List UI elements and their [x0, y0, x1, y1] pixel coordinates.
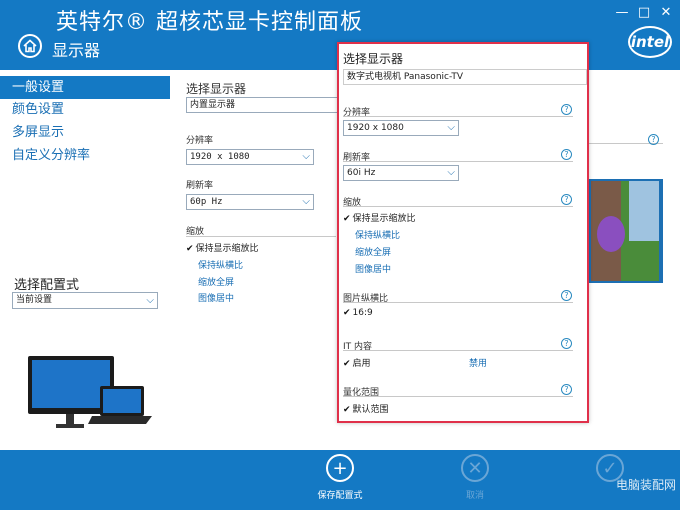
monitor-laptop-illustration [28, 356, 152, 428]
maximize-icon[interactable]: □ [638, 5, 650, 20]
checkmark-icon: ✔ [343, 214, 351, 224]
sidebar-item-general[interactable]: 一般设置 [0, 76, 170, 99]
popup-refresh-value: 60i Hz [347, 168, 376, 178]
resolution-dropdown[interactable]: 1920 x 1080 ⌵ [186, 149, 314, 165]
window-controls: — □ ✕ [616, 5, 672, 20]
chevron-down-icon: ⌵ [302, 196, 310, 207]
help-icon[interactable]: ? [561, 338, 572, 349]
refresh-label: 刷新率 [186, 181, 214, 191]
help-icon[interactable]: ? [561, 194, 572, 205]
it-enable-label: 启用 [352, 359, 371, 369]
popup-resolution-dropdown[interactable]: 1920 x 1080 ⌵ [343, 120, 459, 136]
chevron-down-icon: ⌵ [447, 167, 455, 178]
home-icon [23, 39, 37, 53]
popup-quant-option[interactable]: ✔ 默认范围 [343, 402, 389, 415]
scaling-option-keep-aspect[interactable]: 保持纵横比 [198, 258, 243, 271]
sidebar: 一般设置 颜色设置 多屏显示 自定义分辨率 选择配置式 当前设置 ⌵ [0, 70, 170, 450]
refresh-dropdown[interactable]: 60p Hz ⌵ [186, 194, 314, 210]
scaling-option-label: 保持显示缩放比 [352, 214, 416, 224]
popup-refresh-dropdown[interactable]: 60i Hz ⌵ [343, 165, 459, 181]
popup-divider [343, 302, 573, 303]
sidebar-item-custom-resolution[interactable]: 自定义分辨率 [0, 144, 170, 167]
help-icon[interactable]: ? [561, 104, 572, 115]
cancel-button[interactable]: ✕ 取消 [440, 454, 510, 501]
checkmark-icon: ✔ [343, 359, 351, 369]
checkmark-icon: ✔ [343, 405, 351, 415]
app-title: 英特尔® 超核芯显卡控制面板 [56, 10, 363, 35]
close-circle-icon: ✕ [461, 454, 489, 482]
popup-it-disable-option[interactable]: 禁用 [469, 356, 487, 369]
minimize-icon[interactable]: — [616, 5, 629, 20]
popup-scaling-option-full-screen[interactable]: 缩放全屏 [355, 245, 391, 258]
popup-scaling-option-center[interactable]: 图像居中 [355, 262, 391, 275]
preview-art [589, 179, 663, 283]
resolution-value: 1920 x 1080 [190, 152, 250, 162]
save-profile-label: 保存配置式 [317, 491, 363, 501]
cancel-label: 取消 [465, 491, 484, 501]
chevron-down-icon: ⌵ [447, 122, 455, 133]
scaling-divider [186, 236, 336, 237]
intel-logo: intel [628, 26, 672, 58]
popup-title: 选择显示器 [343, 52, 404, 66]
help-icon[interactable]: ? [561, 149, 572, 160]
profile-select[interactable]: 当前设置 ⌵ [12, 292, 158, 309]
help-icon[interactable]: ? [561, 384, 572, 395]
chevron-down-icon: ⌵ [146, 295, 154, 306]
help-icon[interactable]: ? [561, 290, 572, 301]
select-display-value: 内置显示器 [190, 100, 236, 110]
sidebar-item-multi-display[interactable]: 多屏显示 [0, 121, 170, 144]
popup-display-dropdown[interactable]: 数字式电视机 Panasonic-TV [343, 69, 587, 85]
resolution-label: 分辨率 [186, 136, 214, 146]
popup-aspect-option[interactable]: ✔ 16:9 [343, 308, 373, 318]
close-icon[interactable]: ✕ [660, 5, 672, 20]
profile-label: 选择配置式 [14, 278, 80, 293]
profile-select-value: 当前设置 [16, 295, 53, 305]
popup-divider [343, 161, 573, 162]
popup-scaling-option-keep-display[interactable]: ✔ 保持显示缩放比 [343, 211, 416, 224]
popup-divider [343, 396, 573, 397]
external-display-popup: 选择显示器 数字式电视机 Panasonic-TV 分辨率 ? 1920 x 1… [337, 42, 589, 423]
scaling-option-keep-display[interactable]: ✔ 保持显示缩放比 [186, 241, 259, 254]
select-display-label: 选择显示器 [186, 82, 247, 96]
save-profile-button[interactable]: + 保存配置式 [305, 454, 375, 501]
section-title: 显示器 [52, 41, 101, 60]
popup-divider [343, 206, 573, 207]
sidebar-item-color[interactable]: 颜色设置 [0, 98, 170, 121]
plus-icon: + [326, 454, 354, 482]
popup-divider [343, 116, 573, 117]
display-preview-image [589, 179, 663, 283]
popup-scaling-option-keep-aspect[interactable]: 保持纵横比 [355, 228, 400, 241]
scaling-option-label: 保持显示缩放比 [195, 244, 259, 254]
watermark: 电脑装配网 [615, 478, 676, 492]
checkmark-icon: ✔ [186, 244, 194, 254]
popup-it-enable-option[interactable]: ✔ 启用 [343, 356, 371, 369]
popup-divider [343, 350, 573, 351]
scaling-option-full-screen[interactable]: 缩放全屏 [198, 275, 234, 288]
quant-value: 默认范围 [352, 405, 389, 415]
popup-resolution-value: 1920 x 1080 [347, 123, 404, 133]
aspect-value: 16:9 [352, 308, 373, 318]
scaling-option-center[interactable]: 图像居中 [198, 291, 234, 304]
home-button[interactable] [18, 34, 42, 58]
select-display-dropdown[interactable]: 内置显示器 [186, 97, 346, 113]
refresh-value: 60p Hz [190, 197, 223, 207]
help-icon[interactable]: ? [648, 134, 659, 145]
checkmark-icon: ✔ [343, 308, 351, 318]
footer-bar: + 保存配置式 ✕ 取消 ✓ 电脑装配网 [0, 450, 680, 510]
chevron-down-icon: ⌵ [302, 151, 310, 162]
popup-display-value: 数字式电视机 Panasonic-TV [347, 72, 464, 82]
